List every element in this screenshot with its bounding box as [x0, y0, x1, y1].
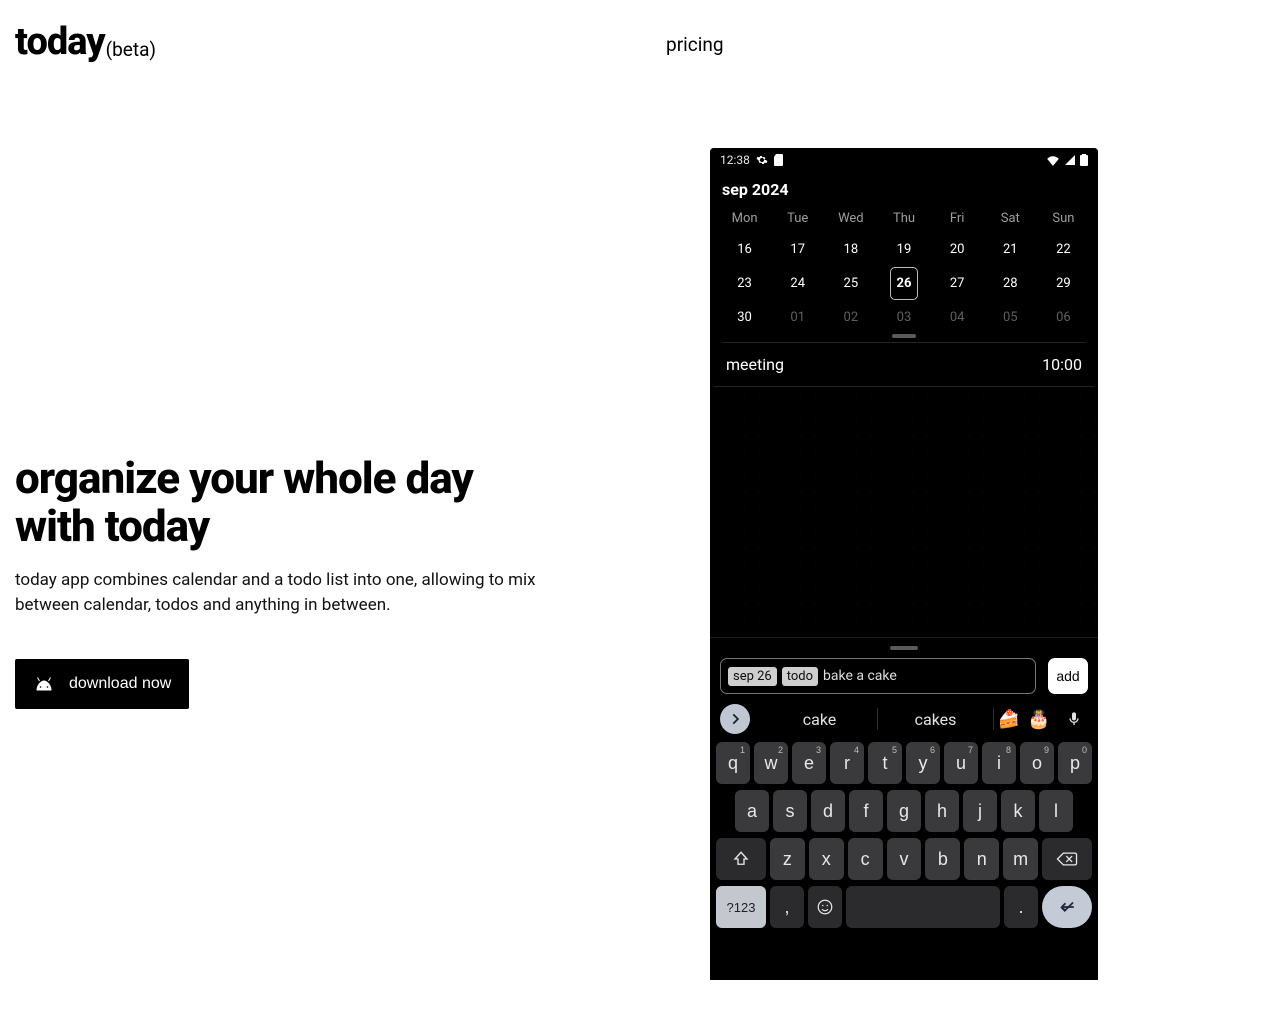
calendar-day[interactable]: 30	[718, 300, 771, 334]
key-u[interactable]: u7	[944, 742, 978, 784]
compose-input[interactable]: sep 26 todo bake a cake	[720, 658, 1036, 694]
calendar-day[interactable]: 17	[771, 232, 824, 266]
calendar-day[interactable]: 25	[824, 266, 877, 300]
download-button[interactable]: download now	[15, 659, 189, 709]
key-v[interactable]: v	[887, 838, 922, 880]
download-button-label: download now	[69, 675, 171, 693]
calendar-drag-handle[interactable]	[892, 334, 916, 338]
key-l[interactable]: l	[1039, 790, 1073, 832]
key-t[interactable]: t5	[868, 742, 902, 784]
key-o[interactable]: o9	[1020, 742, 1054, 784]
android-icon	[33, 677, 55, 691]
compose-chip-kind[interactable]: todo	[782, 667, 818, 686]
hero-subtitle: today app combines calendar and a todo l…	[15, 568, 555, 617]
empty-area	[710, 387, 1098, 637]
event-title: meeting	[726, 355, 784, 374]
gear-icon	[756, 154, 768, 166]
calendar-day[interactable]: 24	[771, 266, 824, 300]
key-h[interactable]: h	[925, 790, 959, 832]
key-q[interactable]: q1	[716, 742, 750, 784]
key-period[interactable]: .	[1004, 886, 1038, 928]
calendar-dow: Mon	[718, 207, 771, 232]
calendar-day[interactable]: 21	[984, 232, 1037, 266]
suggestion-1[interactable]: cake	[762, 710, 877, 729]
key-w[interactable]: w2	[754, 742, 788, 784]
status-bar: 12:38	[710, 148, 1098, 172]
calendar-day[interactable]: 01	[771, 300, 824, 334]
key-alt[interactable]: ?123	[716, 886, 766, 928]
mic-icon[interactable]	[1060, 705, 1088, 733]
key-enter[interactable]	[1042, 886, 1092, 928]
event-time: 10:00	[1042, 355, 1082, 374]
calendar-day[interactable]: 20	[931, 232, 984, 266]
add-button[interactable]: add	[1048, 658, 1088, 694]
calendar-day[interactable]: 05	[984, 300, 1037, 334]
calendar-day[interactable]: 22	[1037, 232, 1090, 266]
status-time: 12:38	[720, 153, 750, 167]
calendar-dow: Thu	[877, 207, 930, 232]
key-k[interactable]: k	[1001, 790, 1035, 832]
calendar-day[interactable]: 28	[984, 266, 1037, 300]
key-s[interactable]: s	[773, 790, 807, 832]
calendar-dow: Sat	[984, 207, 1037, 232]
key-p[interactable]: p0	[1058, 742, 1092, 784]
calendar-day[interactable]: 27	[931, 266, 984, 300]
wifi-icon	[1046, 154, 1060, 166]
key-e[interactable]: e3	[792, 742, 826, 784]
key-j[interactable]: j	[963, 790, 997, 832]
sd-card-icon	[774, 154, 784, 166]
key-i[interactable]: i8	[982, 742, 1016, 784]
calendar-day[interactable]: 04	[931, 300, 984, 334]
calendar-day[interactable]: 19	[877, 232, 930, 266]
key-r[interactable]: r4	[830, 742, 864, 784]
key-x[interactable]: x	[809, 838, 844, 880]
suggestion-expand-button[interactable]	[720, 704, 750, 734]
calendar-day[interactable]: 03	[877, 300, 930, 334]
key-g[interactable]: g	[887, 790, 921, 832]
suggestion-2[interactable]: cakes	[878, 710, 993, 729]
calendar-day[interactable]: 06	[1037, 300, 1090, 334]
calendar-day[interactable]: 18	[824, 232, 877, 266]
calendar-day[interactable]: 23	[718, 266, 771, 300]
keyboard: q1w2e3r4t5y6u7i8o9p0 asdfghjkl zxcvbnm ?…	[710, 740, 1098, 942]
key-space[interactable]	[846, 886, 1000, 928]
battery-icon	[1080, 154, 1088, 166]
key-emoji[interactable]	[808, 886, 842, 928]
month-header[interactable]: sep 2024	[710, 172, 1098, 205]
calendar-dow: Sun	[1037, 207, 1090, 232]
calendar: MonTueWedThuFriSatSun 16171819202122 2324…	[710, 205, 1098, 343]
panel-drag-handle[interactable]	[890, 646, 918, 650]
key-d[interactable]: d	[811, 790, 845, 832]
key-y[interactable]: y6	[906, 742, 940, 784]
key-z[interactable]: z	[770, 838, 805, 880]
key-backspace[interactable]	[1042, 838, 1092, 880]
brand-suffix: (beta)	[106, 38, 156, 61]
calendar-day[interactable]: 02	[824, 300, 877, 334]
suggestion-emoji-1[interactable]: 🍰	[994, 709, 1024, 730]
key-c[interactable]: c	[848, 838, 883, 880]
calendar-dow: Fri	[931, 207, 984, 232]
calendar-dow: Wed	[824, 207, 877, 232]
calendar-dow: Tue	[771, 207, 824, 232]
key-shift[interactable]	[716, 838, 766, 880]
key-b[interactable]: b	[925, 838, 960, 880]
signal-icon	[1064, 154, 1076, 166]
hero-title: organize your whole day with today	[15, 455, 595, 550]
phone-mockup: 12:38 sep 2024	[710, 148, 1098, 980]
keyboard-suggestions: cake cakes 🍰 🎂	[710, 694, 1098, 740]
key-a[interactable]: a	[735, 790, 769, 832]
nav-pricing-link[interactable]: pricing	[666, 33, 723, 56]
calendar-day[interactable]: 29	[1037, 266, 1090, 300]
calendar-day[interactable]: 26	[877, 266, 930, 300]
brand-title[interactable]: today	[15, 20, 105, 64]
key-comma[interactable]: ,	[770, 886, 804, 928]
key-n[interactable]: n	[964, 838, 999, 880]
event-row[interactable]: meeting 10:00	[714, 343, 1094, 387]
key-f[interactable]: f	[849, 790, 883, 832]
key-m[interactable]: m	[1003, 838, 1038, 880]
compose-chip-date[interactable]: sep 26	[728, 667, 777, 686]
calendar-day[interactable]: 16	[718, 232, 771, 266]
compose-text: bake a cake	[823, 668, 897, 684]
suggestion-emoji-2[interactable]: 🎂	[1024, 709, 1054, 730]
